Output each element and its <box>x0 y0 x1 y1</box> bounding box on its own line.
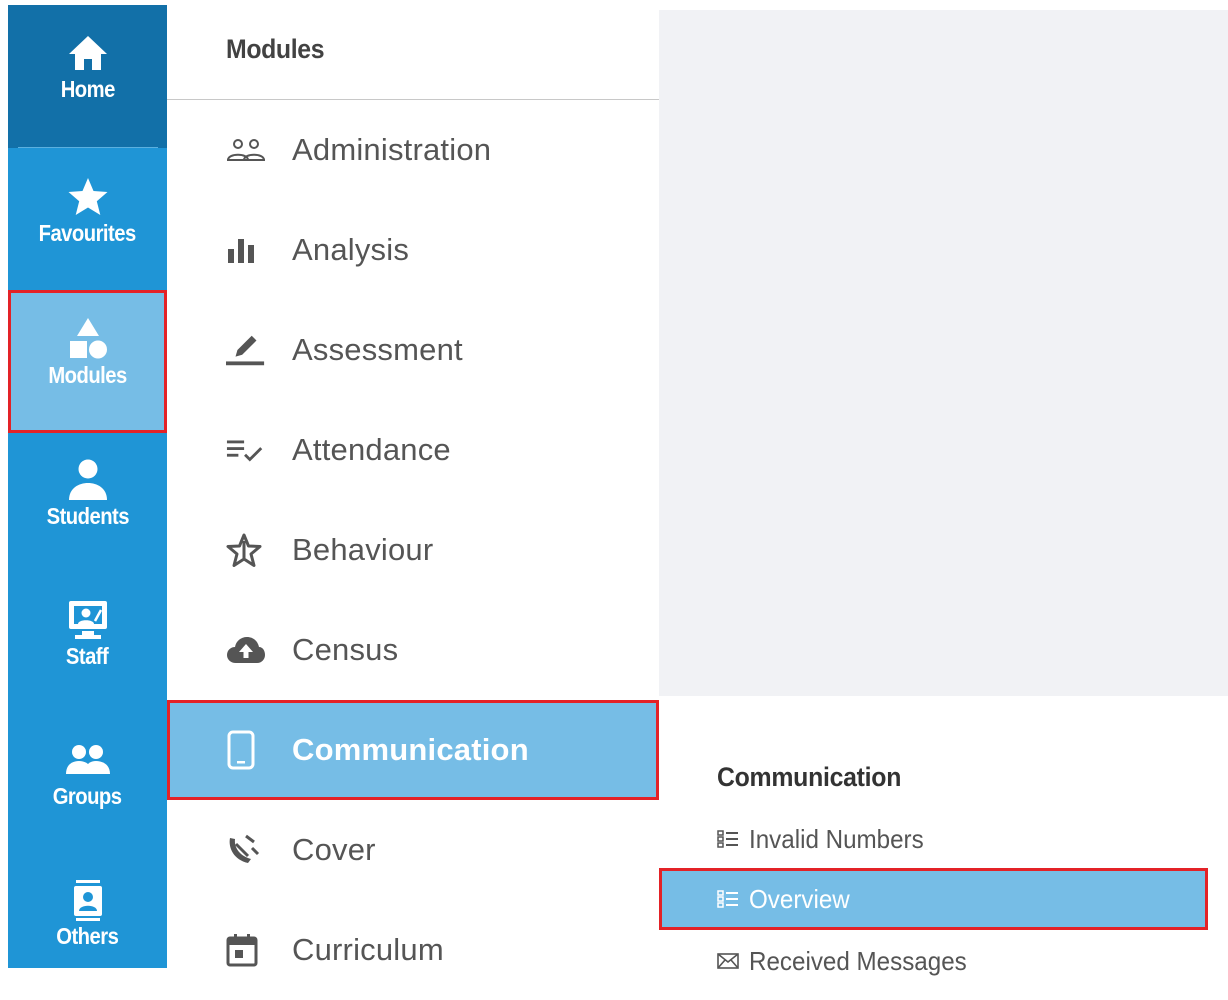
home-icon <box>67 31 109 75</box>
submenu-item-received-messages[interactable]: Received Messages <box>659 930 1228 992</box>
list-icon <box>717 830 745 848</box>
list-icon <box>717 890 745 908</box>
rail-item-label: Modules <box>48 362 127 388</box>
people-outline-icon <box>226 138 266 162</box>
module-item-census[interactable]: Census <box>167 600 659 700</box>
submenu-title: Communication <box>717 762 902 792</box>
star-outline-icon <box>226 533 266 567</box>
module-item-label: Behaviour <box>292 532 434 567</box>
phone-icon <box>226 730 266 770</box>
module-item-label: Curriculum <box>292 932 444 967</box>
main-content-area <box>659 10 1228 696</box>
rail-item-modules[interactable]: Modules <box>8 290 167 433</box>
rail-item-staff[interactable]: Staff <box>8 571 167 712</box>
bar-chart-icon <box>226 237 266 263</box>
module-item-communication[interactable]: Communication <box>167 700 659 800</box>
rail-item-label: Favourites <box>38 220 137 246</box>
contact-card-icon <box>68 878 108 922</box>
rail-item-home[interactable]: Home <box>8 5 167 148</box>
cloud-upload-icon <box>226 636 266 664</box>
module-item-label: Attendance <box>292 432 451 467</box>
panel-title: Modules <box>226 34 325 64</box>
modules-panel: Modules Administration Analysis Assessme… <box>167 0 659 968</box>
module-item-cover[interactable]: Cover <box>167 800 659 900</box>
module-item-behaviour[interactable]: Behaviour <box>167 500 659 600</box>
person-icon <box>66 458 110 502</box>
left-nav-rail: Home Favourites Modules Students Staff G… <box>8 5 167 968</box>
rail-item-groups[interactable]: Groups <box>8 711 167 852</box>
submenu-item-invalid-numbers[interactable]: Invalid Numbers <box>659 808 1228 870</box>
submenu-item-label: Invalid Numbers <box>749 823 924 854</box>
calendar-icon <box>226 933 266 967</box>
module-item-label: Communication <box>292 732 529 767</box>
rail-item-favourites[interactable]: Favourites <box>8 148 167 289</box>
group-icon <box>65 738 111 782</box>
module-item-label: Assessment <box>292 332 463 367</box>
rail-item-label: Groups <box>53 783 122 809</box>
envelope-icon <box>717 952 745 970</box>
submenu-item-overview[interactable]: Overview <box>659 868 1208 930</box>
star-icon <box>66 175 110 219</box>
module-item-analysis[interactable]: Analysis <box>167 200 659 300</box>
rail-item-label: Students <box>46 503 129 529</box>
rail-item-label: Home <box>60 76 115 102</box>
shapes-icon <box>66 317 110 361</box>
submenu-item-label: Overview <box>749 883 850 914</box>
rail-item-students[interactable]: Students <box>8 431 167 572</box>
module-item-administration[interactable]: Administration <box>167 100 659 200</box>
satellite-dish-icon <box>226 834 266 866</box>
module-item-assessment[interactable]: Assessment <box>167 300 659 400</box>
module-item-label: Cover <box>292 832 376 867</box>
checklist-icon <box>226 437 266 463</box>
pencil-icon <box>226 333 266 367</box>
module-item-label: Administration <box>292 132 492 167</box>
module-item-curriculum[interactable]: Curriculum <box>167 900 659 1000</box>
rail-item-others[interactable]: Others <box>8 851 167 968</box>
rail-item-label: Staff <box>66 643 109 669</box>
rail-item-label: Others <box>56 923 119 949</box>
module-item-label: Analysis <box>292 232 410 267</box>
communication-submenu: Communication Invalid Numbers Overview R… <box>659 696 1228 976</box>
module-item-label: Census <box>292 632 399 667</box>
presentation-icon <box>65 598 111 642</box>
module-item-attendance[interactable]: Attendance <box>167 400 659 500</box>
submenu-item-label: Received Messages <box>749 945 967 976</box>
